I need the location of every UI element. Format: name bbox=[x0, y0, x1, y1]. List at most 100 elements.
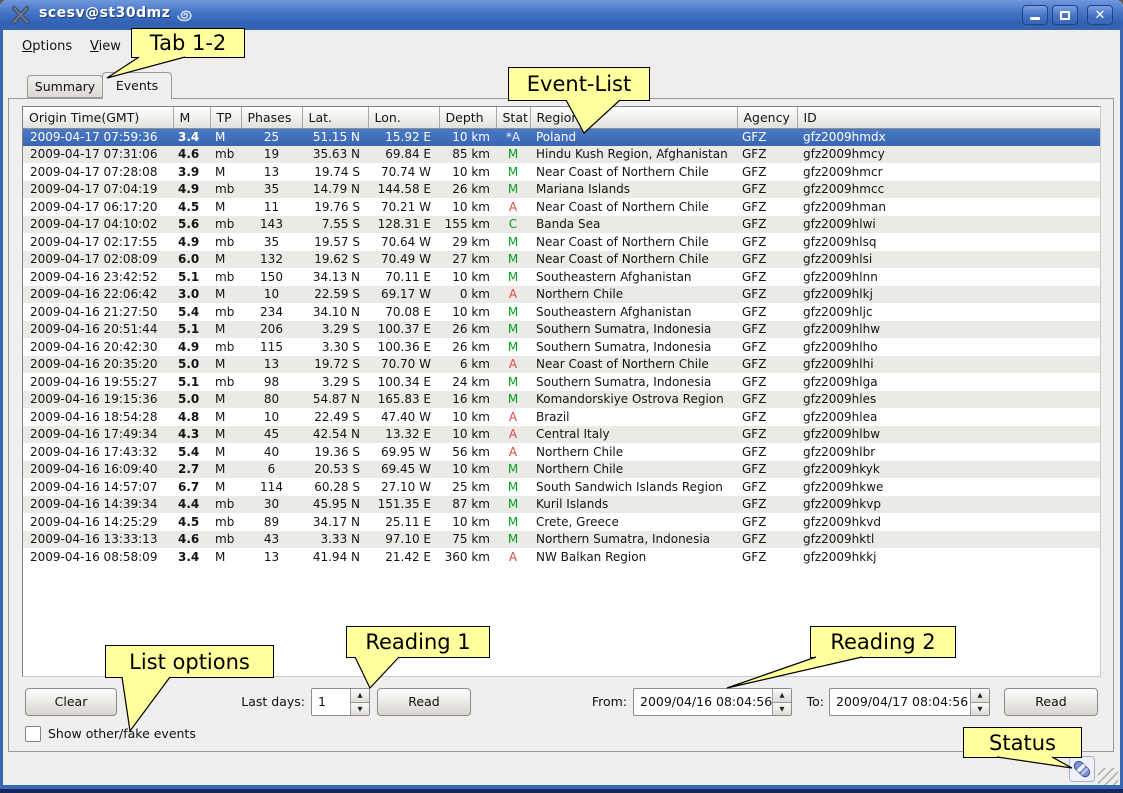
cell-id: gfz2009hkyk bbox=[797, 461, 1100, 479]
cell-region: Hindu Kush Region, Afghanistan bbox=[530, 146, 737, 164]
column-header-stat[interactable]: Stat bbox=[496, 107, 530, 128]
event-row[interactable]: 2009-04-17 02:08:096.0M13219.62 S70.49 W… bbox=[23, 251, 1100, 269]
event-row[interactable]: 2009-04-16 23:42:525.1mb15034.13 N70.11 … bbox=[23, 268, 1100, 286]
cell-depth: 29 km bbox=[439, 233, 496, 251]
from-datetime-value[interactable]: 2009/04/16 08:04:56 bbox=[634, 689, 772, 715]
event-row[interactable]: 2009-04-16 20:51:445.1M2063.29 S100.37 E… bbox=[23, 321, 1100, 339]
menu-options[interactable]: Options bbox=[18, 37, 76, 56]
resize-grip[interactable] bbox=[1098, 768, 1118, 785]
show-fake-events-checkbox[interactable] bbox=[25, 726, 41, 742]
cell-id: gfz2009hles bbox=[797, 391, 1100, 409]
column-header-lon[interactable]: Lon. bbox=[368, 107, 439, 128]
cell-lat: 3.33 N bbox=[302, 531, 368, 549]
column-header-m[interactable]: M bbox=[173, 107, 210, 128]
event-row[interactable]: 2009-04-16 13:33:134.6mb433.33 N97.10 E7… bbox=[23, 531, 1100, 549]
event-row[interactable]: 2009-04-16 16:09:402.7M620.53 S69.45 W10… bbox=[23, 461, 1100, 479]
cell-tp: mb bbox=[210, 513, 241, 531]
callout-tab-1-2: Tab 1-2 bbox=[131, 28, 245, 58]
cell-phases: 13 bbox=[241, 548, 302, 566]
column-header-region[interactable]: Region bbox=[530, 107, 737, 128]
menu-view[interactable]: View bbox=[86, 37, 125, 56]
cell-depth: 10 km bbox=[439, 303, 496, 321]
cell-time: 2009-04-16 20:51:44 bbox=[23, 321, 173, 339]
cell-tp: mb bbox=[210, 146, 241, 164]
titlebar[interactable]: scesv@st30dmz ✕ bbox=[0, 0, 1123, 30]
tab-events[interactable]: Events bbox=[102, 72, 172, 99]
show-fake-events-label: Show other/fake events bbox=[48, 726, 196, 741]
event-row[interactable]: 2009-04-16 22:06:423.0M1022.59 S69.17 W0… bbox=[23, 286, 1100, 304]
read-range-button[interactable]: Read bbox=[1004, 688, 1098, 716]
event-row[interactable]: 2009-04-17 07:28:083.9M1319.74 S70.74 W1… bbox=[23, 163, 1100, 181]
event-row[interactable]: 2009-04-17 02:17:554.9mb3519.57 S70.64 W… bbox=[23, 233, 1100, 251]
cell-time: 2009-04-16 08:58:09 bbox=[23, 548, 173, 566]
last-days-value[interactable]: 1 bbox=[312, 689, 350, 715]
cell-time: 2009-04-17 04:10:02 bbox=[23, 216, 173, 234]
read-last-days-button[interactable]: Read bbox=[377, 688, 471, 716]
close-button[interactable]: ✕ bbox=[1087, 5, 1113, 25]
cell-phases: 143 bbox=[241, 216, 302, 234]
minimize-button[interactable] bbox=[1022, 5, 1048, 25]
to-spin-down-icon[interactable]: ▼ bbox=[971, 703, 989, 716]
cell-lat: 3.30 S bbox=[302, 338, 368, 356]
cell-agency: GFZ bbox=[737, 321, 797, 339]
from-datetime-input[interactable]: 2009/04/16 08:04:56 ▲ ▼ bbox=[633, 688, 792, 716]
event-row[interactable]: 2009-04-16 17:49:344.3M4542.54 N13.32 E1… bbox=[23, 426, 1100, 444]
cell-phases: 45 bbox=[241, 426, 302, 444]
cell-time: 2009-04-17 06:17:20 bbox=[23, 198, 173, 216]
last-days-spin-down-icon[interactable]: ▼ bbox=[351, 703, 369, 716]
event-row[interactable]: 2009-04-17 07:04:194.9mb3514.79 N144.58 … bbox=[23, 181, 1100, 199]
cell-lat: 42.54 N bbox=[302, 426, 368, 444]
maximize-button[interactable] bbox=[1052, 5, 1078, 25]
cell-tp: M bbox=[210, 251, 241, 269]
cell-phases: 132 bbox=[241, 251, 302, 269]
event-row[interactable]: 2009-04-17 06:17:204.5M1119.76 S70.21 W1… bbox=[23, 198, 1100, 216]
column-header-origin-time-gmt[interactable]: Origin Time(GMT) bbox=[23, 107, 173, 128]
from-spin-down-icon[interactable]: ▼ bbox=[773, 703, 791, 716]
cell-phases: 25 bbox=[241, 128, 302, 146]
cell-lon: 15.92 E bbox=[368, 128, 439, 146]
cell-time: 2009-04-16 22:06:42 bbox=[23, 286, 173, 304]
event-row[interactable]: 2009-04-16 21:27:505.4mb23434.10 N70.08 … bbox=[23, 303, 1100, 321]
cell-lat: 22.59 S bbox=[302, 286, 368, 304]
event-row[interactable]: 2009-04-16 19:55:275.1mb983.29 S100.34 E… bbox=[23, 373, 1100, 391]
to-spin-up-icon[interactable]: ▲ bbox=[971, 689, 989, 703]
cell-phases: 10 bbox=[241, 286, 302, 304]
column-header-lat[interactable]: Lat. bbox=[302, 107, 368, 128]
cell-id: gfz2009hkvd bbox=[797, 513, 1100, 531]
cell-m: 5.4 bbox=[173, 443, 210, 461]
cell-phases: 35 bbox=[241, 233, 302, 251]
event-row[interactable]: 2009-04-16 08:58:093.4M1341.94 N21.42 E3… bbox=[23, 548, 1100, 566]
tab-summary[interactable]: Summary bbox=[27, 75, 103, 98]
callout-event-list: Event-List bbox=[508, 67, 650, 101]
cell-region: Southern Sumatra, Indonesia bbox=[530, 373, 737, 391]
event-row[interactable]: 2009-04-17 07:31:064.6mb1935.63 N69.84 E… bbox=[23, 146, 1100, 164]
clear-button[interactable]: Clear bbox=[25, 688, 117, 716]
event-row[interactable]: 2009-04-17 04:10:025.6mb1437.55 S128.31 … bbox=[23, 216, 1100, 234]
cell-depth: 10 km bbox=[439, 408, 496, 426]
last-days-spinner[interactable]: 1 ▲ ▼ bbox=[311, 688, 370, 716]
cell-time: 2009-04-17 07:59:36 bbox=[23, 128, 173, 146]
event-row[interactable]: 2009-04-16 14:39:344.4mb3045.95 N151.35 … bbox=[23, 496, 1100, 514]
event-row[interactable]: 2009-04-17 07:59:363.4M2551.15 N15.92 E1… bbox=[23, 128, 1100, 146]
cell-agency: GFZ bbox=[737, 163, 797, 181]
last-days-spin-up-icon[interactable]: ▲ bbox=[351, 689, 369, 703]
event-row[interactable]: 2009-04-16 17:43:325.4M4019.36 S69.95 W5… bbox=[23, 443, 1100, 461]
cell-agency: GFZ bbox=[737, 303, 797, 321]
event-row[interactable]: 2009-04-16 18:54:284.8M1022.49 S47.40 W1… bbox=[23, 408, 1100, 426]
to-datetime-input[interactable]: 2009/04/17 08:04:56 ▲ ▼ bbox=[829, 688, 990, 716]
column-header-tp[interactable]: TP bbox=[210, 107, 241, 128]
column-header-agency[interactable]: Agency bbox=[737, 107, 797, 128]
from-spin-up-icon[interactable]: ▲ bbox=[773, 689, 791, 703]
column-header-depth[interactable]: Depth bbox=[439, 107, 496, 128]
cell-depth: 87 km bbox=[439, 496, 496, 514]
column-header-id[interactable]: ID bbox=[797, 107, 1100, 128]
event-row[interactable]: 2009-04-16 19:15:365.0M8054.87 N165.83 E… bbox=[23, 391, 1100, 409]
event-row[interactable]: 2009-04-16 20:42:304.9mb1153.30 S100.36 … bbox=[23, 338, 1100, 356]
cell-region: Central Italy bbox=[530, 426, 737, 444]
column-header-phases[interactable]: Phases bbox=[241, 107, 302, 128]
cell-id: gfz2009hlkj bbox=[797, 286, 1100, 304]
event-row[interactable]: 2009-04-16 20:35:205.0M1319.72 S70.70 W6… bbox=[23, 356, 1100, 374]
event-row[interactable]: 2009-04-16 14:25:294.5mb8934.17 N25.11 E… bbox=[23, 513, 1100, 531]
to-datetime-value[interactable]: 2009/04/17 08:04:56 bbox=[830, 689, 970, 715]
event-row[interactable]: 2009-04-16 14:57:076.7M11460.28 S27.10 W… bbox=[23, 478, 1100, 496]
